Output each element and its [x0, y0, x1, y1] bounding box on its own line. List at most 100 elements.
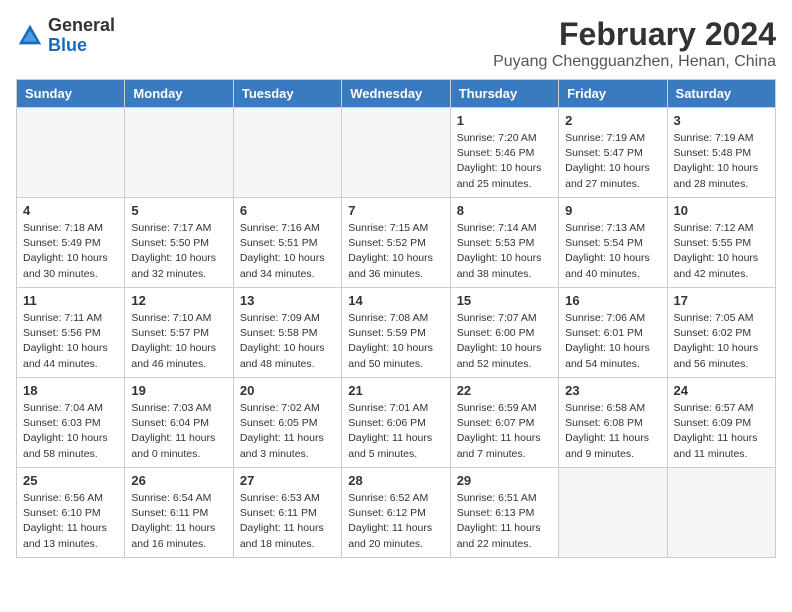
day-info: Sunrise: 7:05 AM Sunset: 6:02 PM Dayligh… [674, 311, 769, 372]
day-number: 11 [23, 293, 118, 308]
day-info: Sunrise: 7:04 AM Sunset: 6:03 PM Dayligh… [23, 401, 118, 462]
calendar-cell: 8 Sunrise: 7:14 AM Sunset: 5:53 PM Daylig… [450, 198, 558, 288]
calendar-cell: 9 Sunrise: 7:13 AM Sunset: 5:54 PM Daylig… [559, 198, 667, 288]
day-number: 15 [457, 293, 552, 308]
calendar-cell: 5 Sunrise: 7:17 AM Sunset: 5:50 PM Daylig… [125, 198, 233, 288]
day-number: 22 [457, 383, 552, 398]
day-number: 10 [674, 203, 769, 218]
day-info: Sunrise: 7:17 AM Sunset: 5:50 PM Dayligh… [131, 221, 226, 282]
calendar-cell: 29 Sunrise: 6:51 AM Sunset: 6:13 PM Dayli… [450, 468, 558, 558]
calendar-cell: 27 Sunrise: 6:53 AM Sunset: 6:11 PM Dayli… [233, 468, 341, 558]
calendar-cell: 16 Sunrise: 7:06 AM Sunset: 6:01 PM Dayli… [559, 288, 667, 378]
day-number: 27 [240, 473, 335, 488]
calendar-cell [342, 108, 450, 198]
calendar-title: February 2024 [493, 16, 776, 53]
day-number: 1 [457, 113, 552, 128]
calendar-cell: 28 Sunrise: 6:52 AM Sunset: 6:12 PM Dayli… [342, 468, 450, 558]
day-info: Sunrise: 7:08 AM Sunset: 5:59 PM Dayligh… [348, 311, 443, 372]
day-info: Sunrise: 7:10 AM Sunset: 5:57 PM Dayligh… [131, 311, 226, 372]
day-info: Sunrise: 6:53 AM Sunset: 6:11 PM Dayligh… [240, 491, 335, 552]
calendar-cell: 18Sunrise: 7:04 AM Sunset: 6:03 PM Dayli… [17, 378, 125, 468]
day-info: Sunrise: 7:03 AM Sunset: 6:04 PM Dayligh… [131, 401, 226, 462]
calendar-cell: 22 Sunrise: 6:59 AM Sunset: 6:07 PM Dayli… [450, 378, 558, 468]
day-info: Sunrise: 7:02 AM Sunset: 6:05 PM Dayligh… [240, 401, 335, 462]
page-header: General Blue February 2024 Puyang Chengg… [16, 16, 776, 71]
calendar-week-row: 11 Sunrise: 7:11 AM Sunset: 5:56 PM Dayli… [17, 288, 776, 378]
calendar-cell: 1 Sunrise: 7:20 AM Sunset: 5:46 PM Daylig… [450, 108, 558, 198]
calendar-cell: 14Sunrise: 7:08 AM Sunset: 5:59 PM Dayli… [342, 288, 450, 378]
calendar-cell: 6 Sunrise: 7:16 AM Sunset: 5:51 PM Daylig… [233, 198, 341, 288]
calendar-cell: 21 Sunrise: 7:01 AM Sunset: 6:06 PM Dayli… [342, 378, 450, 468]
day-info: Sunrise: 7:07 AM Sunset: 6:00 PM Dayligh… [457, 311, 552, 372]
calendar-cell: 26 Sunrise: 6:54 AM Sunset: 6:11 PM Dayli… [125, 468, 233, 558]
column-header-tuesday: Tuesday [233, 80, 341, 108]
calendar-cell [17, 108, 125, 198]
calendar-cell: 19 Sunrise: 7:03 AM Sunset: 6:04 PM Dayli… [125, 378, 233, 468]
day-number: 4 [23, 203, 118, 218]
column-header-wednesday: Wednesday [342, 80, 450, 108]
day-number: 23 [565, 383, 660, 398]
calendar-cell: 10Sunrise: 7:12 AM Sunset: 5:55 PM Dayli… [667, 198, 775, 288]
day-info: Sunrise: 7:15 AM Sunset: 5:52 PM Dayligh… [348, 221, 443, 282]
calendar-cell: 13Sunrise: 7:09 AM Sunset: 5:58 PM Dayli… [233, 288, 341, 378]
day-number: 9 [565, 203, 660, 218]
calendar-cell: 4Sunrise: 7:18 AM Sunset: 5:49 PM Daylig… [17, 198, 125, 288]
day-info: Sunrise: 7:20 AM Sunset: 5:46 PM Dayligh… [457, 131, 552, 192]
day-info: Sunrise: 6:57 AM Sunset: 6:09 PM Dayligh… [674, 401, 769, 462]
calendar-cell: 7 Sunrise: 7:15 AM Sunset: 5:52 PM Daylig… [342, 198, 450, 288]
day-number: 28 [348, 473, 443, 488]
day-number: 25 [23, 473, 118, 488]
calendar-cell [233, 108, 341, 198]
calendar-cell: 11 Sunrise: 7:11 AM Sunset: 5:56 PM Dayli… [17, 288, 125, 378]
column-header-thursday: Thursday [450, 80, 558, 108]
calendar-cell: 23 Sunrise: 6:58 AM Sunset: 6:08 PM Dayli… [559, 378, 667, 468]
day-number: 5 [131, 203, 226, 218]
day-number: 26 [131, 473, 226, 488]
calendar-table: SundayMondayTuesdayWednesdayThursdayFrid… [16, 79, 776, 558]
day-info: Sunrise: 7:16 AM Sunset: 5:51 PM Dayligh… [240, 221, 335, 282]
day-number: 12 [131, 293, 226, 308]
calendar-cell: 25 Sunrise: 6:56 AM Sunset: 6:10 PM Dayli… [17, 468, 125, 558]
day-info: Sunrise: 7:13 AM Sunset: 5:54 PM Dayligh… [565, 221, 660, 282]
calendar-cell [559, 468, 667, 558]
day-number: 3 [674, 113, 769, 128]
day-info: Sunrise: 7:09 AM Sunset: 5:58 PM Dayligh… [240, 311, 335, 372]
day-info: Sunrise: 6:54 AM Sunset: 6:11 PM Dayligh… [131, 491, 226, 552]
logo: General Blue [16, 16, 115, 56]
column-header-friday: Friday [559, 80, 667, 108]
day-number: 21 [348, 383, 443, 398]
day-number: 29 [457, 473, 552, 488]
calendar-cell: 12 Sunrise: 7:10 AM Sunset: 5:57 PM Dayli… [125, 288, 233, 378]
day-info: Sunrise: 6:56 AM Sunset: 6:10 PM Dayligh… [23, 491, 118, 552]
calendar-cell: 3 Sunrise: 7:19 AM Sunset: 5:48 PM Daylig… [667, 108, 775, 198]
day-number: 20 [240, 383, 335, 398]
calendar-cell: 20 Sunrise: 7:02 AM Sunset: 6:05 PM Dayli… [233, 378, 341, 468]
day-info: Sunrise: 6:59 AM Sunset: 6:07 PM Dayligh… [457, 401, 552, 462]
calendar-cell: 24 Sunrise: 6:57 AM Sunset: 6:09 PM Dayli… [667, 378, 775, 468]
calendar-week-row: 25 Sunrise: 6:56 AM Sunset: 6:10 PM Dayli… [17, 468, 776, 558]
column-header-sunday: Sunday [17, 80, 125, 108]
day-info: Sunrise: 7:11 AM Sunset: 5:56 PM Dayligh… [23, 311, 118, 372]
logo-text: General Blue [48, 16, 115, 56]
day-number: 16 [565, 293, 660, 308]
day-number: 8 [457, 203, 552, 218]
day-number: 7 [348, 203, 443, 218]
day-info: Sunrise: 6:52 AM Sunset: 6:12 PM Dayligh… [348, 491, 443, 552]
day-number: 19 [131, 383, 226, 398]
calendar-header-row: SundayMondayTuesdayWednesdayThursdayFrid… [17, 80, 776, 108]
calendar-cell: 2Sunrise: 7:19 AM Sunset: 5:47 PM Daylig… [559, 108, 667, 198]
day-info: Sunrise: 7:14 AM Sunset: 5:53 PM Dayligh… [457, 221, 552, 282]
day-info: Sunrise: 7:19 AM Sunset: 5:48 PM Dayligh… [674, 131, 769, 192]
column-header-saturday: Saturday [667, 80, 775, 108]
day-number: 24 [674, 383, 769, 398]
day-info: Sunrise: 6:51 AM Sunset: 6:13 PM Dayligh… [457, 491, 552, 552]
calendar-cell [667, 468, 775, 558]
column-header-monday: Monday [125, 80, 233, 108]
day-number: 2 [565, 113, 660, 128]
day-info: Sunrise: 7:01 AM Sunset: 6:06 PM Dayligh… [348, 401, 443, 462]
logo-general: General [48, 15, 115, 35]
day-info: Sunrise: 6:58 AM Sunset: 6:08 PM Dayligh… [565, 401, 660, 462]
day-number: 6 [240, 203, 335, 218]
day-info: Sunrise: 7:06 AM Sunset: 6:01 PM Dayligh… [565, 311, 660, 372]
title-block: February 2024 Puyang Chengguanzhen, Hena… [493, 16, 776, 71]
